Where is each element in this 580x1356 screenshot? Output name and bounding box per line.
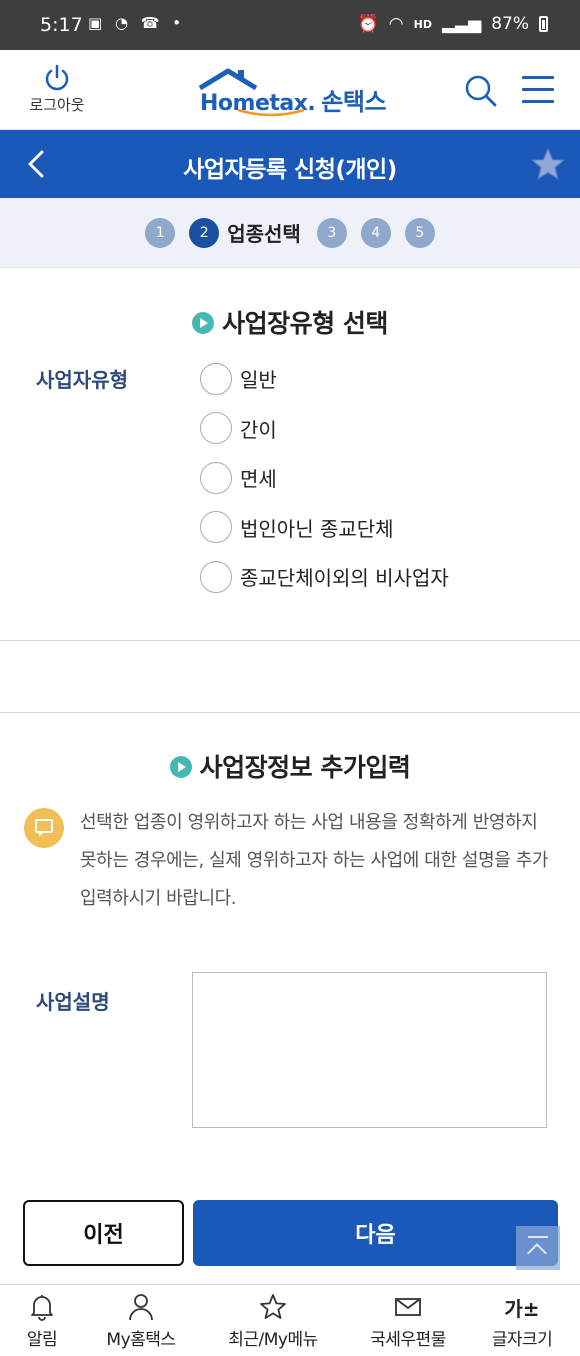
radio-circle[interactable] xyxy=(200,412,232,445)
business-type-radio-group: 일반 간이 면세 법인아닌 종교단체 종교단체이외의 비사업자 xyxy=(200,354,449,602)
radio-label: 간이 xyxy=(240,417,277,442)
nav-item-my-hometax[interactable]: My홈택스 xyxy=(98,1293,184,1350)
nav-item-notifications[interactable]: 알림 xyxy=(22,1293,62,1350)
nav-item-recent-menu[interactable]: 최근/My메뉴 xyxy=(218,1293,328,1350)
search-button[interactable] xyxy=(464,74,498,112)
step-4: 4 xyxy=(360,217,391,248)
page-title: 사업자등록 신청(개인) xyxy=(183,157,397,183)
logo-korean: 손택스 xyxy=(321,88,387,116)
play-bullet-icon xyxy=(192,312,215,334)
section-divider xyxy=(0,640,580,641)
signal-icon: ▂▃▅ xyxy=(441,14,482,34)
info-description: 선택한 업종이 영위하고자 하는 사업 내용을 정확하게 반영하지 못하는 경우… xyxy=(80,812,549,909)
radio-circle[interactable] xyxy=(200,461,232,494)
step-2-active: 2 xyxy=(189,217,220,248)
notification-icons: ▣ ◔ ☎ • xyxy=(88,14,186,32)
radio-option-religious-non-corp[interactable]: 법인아닌 종교단체 xyxy=(200,503,449,553)
hamburger-menu-button[interactable] xyxy=(522,76,554,112)
battery-icon xyxy=(539,16,548,32)
step-active-label: 업종선택 xyxy=(227,222,301,246)
wifi-icon: ◠ xyxy=(388,14,404,34)
scroll-to-top-button[interactable] xyxy=(516,1226,560,1270)
mail-icon xyxy=(395,1298,421,1316)
progress-steps: 1 2 업종선택 3 4 5 xyxy=(0,198,580,268)
business-type-section-title: 사업장유형 선택 xyxy=(0,304,580,340)
bell-icon xyxy=(31,1295,53,1321)
business-type-label: 사업자유형 xyxy=(36,368,128,392)
business-description-textarea[interactable] xyxy=(192,972,547,1128)
network-badge: HD xyxy=(413,17,432,31)
status-right: ⏰ ◠ HD ▂▃▅ 87% xyxy=(358,14,548,34)
speech-bubble-icon xyxy=(24,808,64,848)
business-description-label: 사업설명 xyxy=(36,990,110,1014)
radio-label: 종교단체이외의 비사업자 xyxy=(240,566,449,591)
radio-option-non-business[interactable]: 종교단체이외의 비사업자 xyxy=(200,552,449,602)
additional-info-section-title: 사업장정보 추가입력 xyxy=(0,748,580,784)
power-icon xyxy=(45,64,69,91)
nav-label: 글자크기 xyxy=(491,1330,553,1350)
nav-item-tax-mail[interactable]: 국세우편물 xyxy=(360,1293,456,1350)
radio-circle[interactable] xyxy=(200,511,232,544)
radio-option-simplified[interactable]: 간이 xyxy=(200,404,449,454)
star-outline-icon xyxy=(260,1294,286,1319)
search-icon xyxy=(465,75,497,107)
next-button[interactable]: 다음 xyxy=(193,1200,558,1266)
nav-label: 최근/My메뉴 xyxy=(228,1330,318,1350)
radio-label: 일반 xyxy=(240,368,277,393)
hamburger-icon xyxy=(522,76,554,103)
logo-swoosh xyxy=(237,108,305,117)
person-icon xyxy=(129,1294,153,1321)
status-bar: 5:17 ▣ ◔ ☎ • ⏰ ◠ HD ▂▃▅ 87% xyxy=(0,0,580,50)
step-1: 1 xyxy=(145,217,176,248)
radio-option-tax-exempt[interactable]: 면세 xyxy=(200,453,449,503)
radio-circle[interactable] xyxy=(200,362,232,395)
page-title-bar: 사업자등록 신청(개인) xyxy=(0,130,580,198)
alarm-icon: ⏰ xyxy=(357,14,379,34)
step-5: 5 xyxy=(404,217,435,248)
nav-label: 알림 xyxy=(26,1330,58,1350)
section1-title-text: 사업장유형 선택 xyxy=(222,309,388,338)
nav-item-font-size[interactable]: 가± 글자크기 xyxy=(484,1293,560,1351)
section-divider xyxy=(0,712,580,713)
radio-label: 면세 xyxy=(240,467,277,492)
star-icon xyxy=(531,147,565,180)
app-header: 로그아웃 Hometax. 손택스 xyxy=(0,50,580,130)
radio-circle[interactable] xyxy=(200,560,232,593)
logout-button[interactable]: 로그아웃 xyxy=(22,64,92,115)
battery-percent: 87% xyxy=(491,14,529,34)
step-3: 3 xyxy=(316,217,347,248)
section2-title-text: 사업장정보 추가입력 xyxy=(199,753,411,782)
radio-option-general[interactable]: 일반 xyxy=(200,354,449,404)
nav-label: 국세우편물 xyxy=(370,1330,446,1350)
status-time: 5:17 xyxy=(40,14,83,36)
logout-label: 로그아웃 xyxy=(29,96,85,114)
previous-button[interactable]: 이전 xyxy=(23,1200,184,1266)
bottom-navigation: 알림 My홈택스 최근/My메뉴 국세우편물 가± 글자크기 xyxy=(0,1284,580,1356)
font-size-icon: 가± xyxy=(504,1296,540,1321)
play-bullet-icon xyxy=(169,756,192,778)
favorite-button[interactable] xyxy=(530,146,566,186)
radio-label: 법인아닌 종교단체 xyxy=(240,516,394,541)
nav-label: My홈택스 xyxy=(106,1330,176,1350)
